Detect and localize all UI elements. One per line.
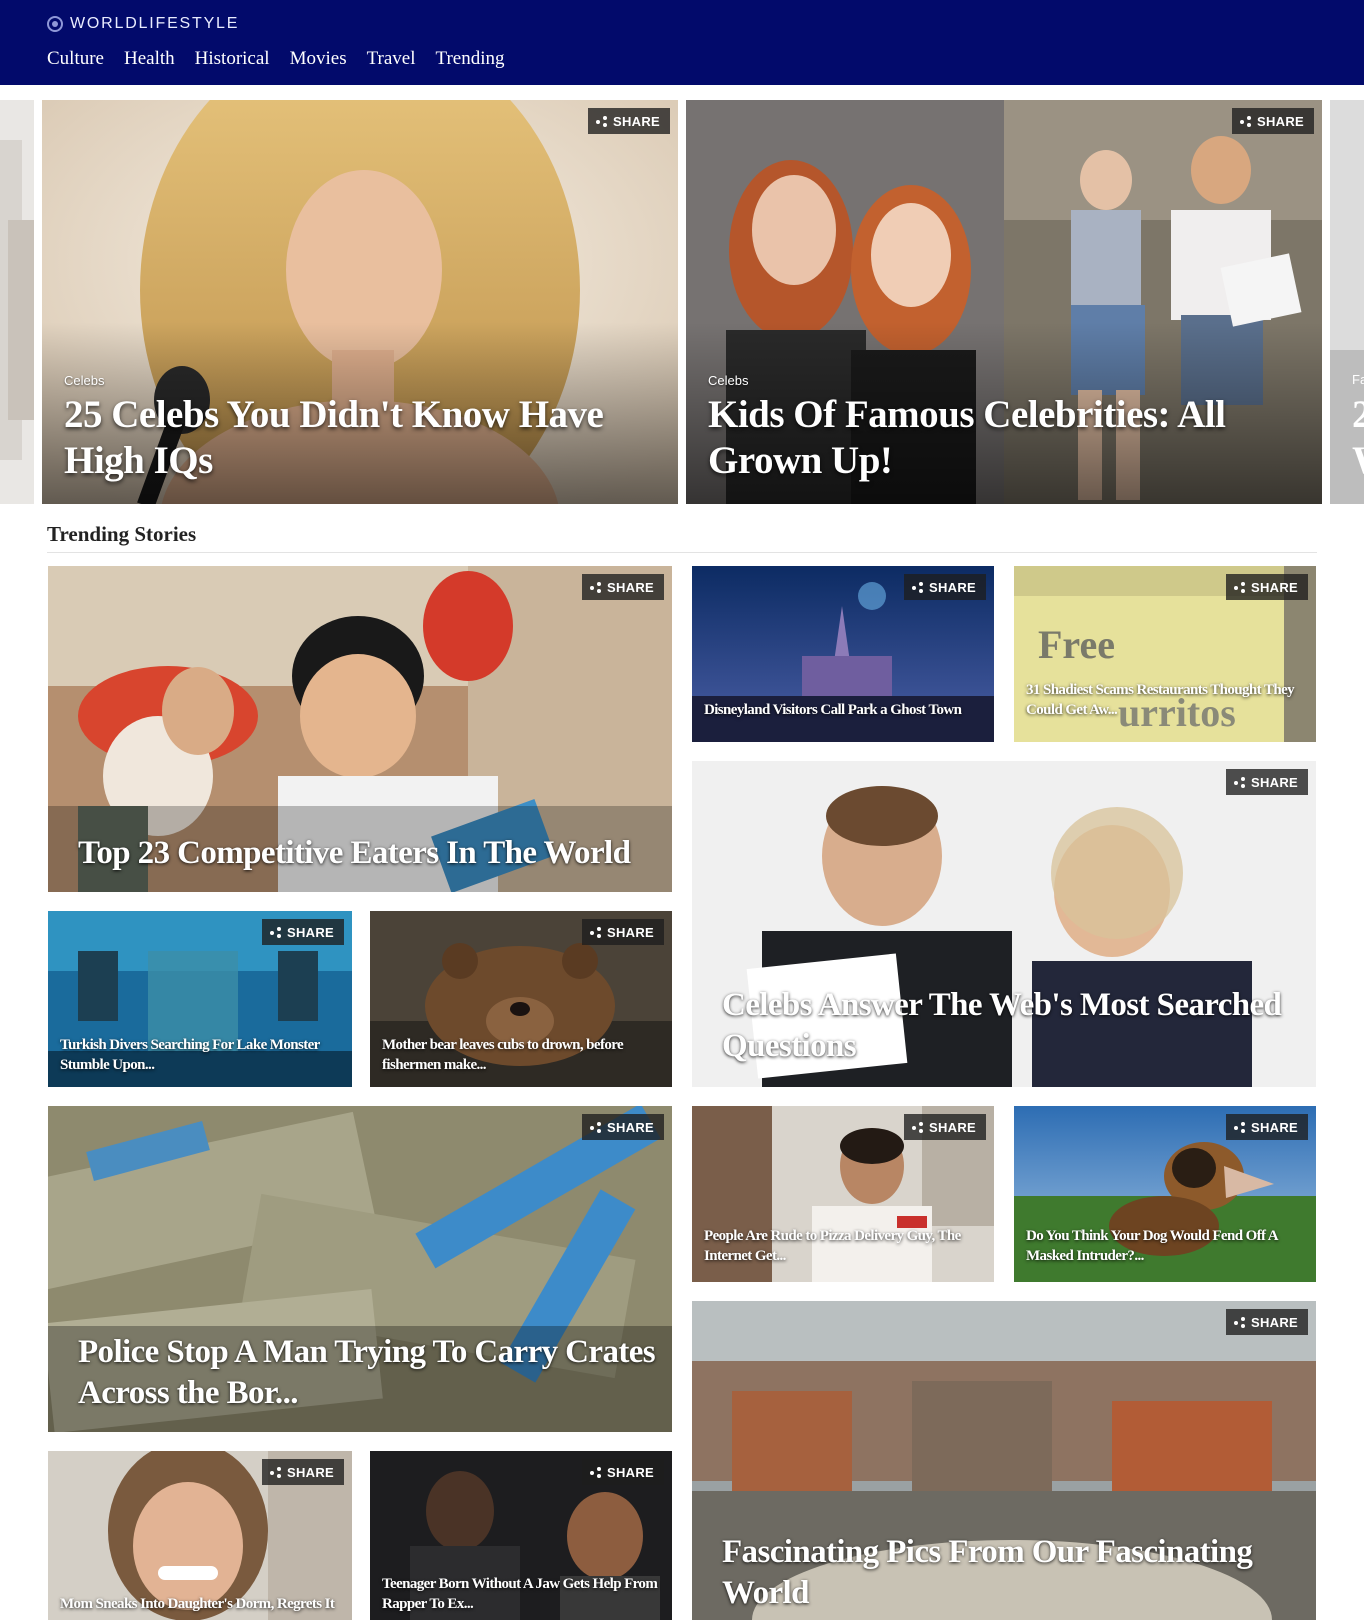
hero-prev-image [0, 100, 34, 504]
story-card[interactable]: SHARE Police Stop A Man Trying To Carry … [48, 1106, 672, 1432]
nav-historical[interactable]: Historical [195, 48, 270, 70]
share-label: SHARE [1250, 774, 1298, 790]
share-button[interactable]: SHARE [581, 1114, 664, 1140]
main-nav: Culture Health Historical Movies Travel … [47, 48, 505, 70]
story-title[interactable]: Teenager Born Without A Jaw Gets Help Fr… [382, 1574, 658, 1614]
share-button[interactable]: SHARE [581, 1459, 664, 1485]
share-label: SHARE [612, 113, 660, 129]
hero-prev-peek[interactable] [0, 100, 34, 504]
section-heading: Trending Stories [47, 522, 197, 546]
share-button[interactable]: SHARE [261, 1459, 344, 1485]
story-title[interactable]: People Are Rude to Pizza Delivery Guy, T… [704, 1226, 980, 1266]
hero-category: Celebs [708, 373, 749, 388]
story-title[interactable]: 31 Shadiest Scams Restaurants Thought Th… [1026, 680, 1302, 720]
hero-next-category: Fa [1352, 372, 1364, 387]
share-icon [589, 1466, 601, 1478]
story-card[interactable]: SHARE Celebs Answer The Web's Most Searc… [692, 761, 1316, 1087]
nav-travel[interactable]: Travel [367, 48, 416, 70]
share-icon [269, 926, 281, 938]
share-label: SHARE [286, 924, 334, 940]
share-icon [1233, 581, 1245, 593]
hero-card[interactable]: SHARE Celebs Kids Of Famous Celebrities:… [686, 100, 1322, 504]
share-label: SHARE [606, 1119, 654, 1135]
story-card[interactable]: SHARE Disneyland Visitors Call Park a Gh… [692, 566, 994, 742]
story-card[interactable]: SHARE Teenager Born Without A Jaw Gets H… [370, 1451, 672, 1620]
share-label: SHARE [286, 1464, 334, 1480]
story-card[interactable]: SHARE People Are Rude to Pizza Delivery … [692, 1106, 994, 1282]
story-card[interactable]: Free urritos SHARE 31 Shadiest Scams Res… [1014, 566, 1316, 742]
share-label: SHARE [606, 1464, 654, 1480]
hero-next-title: 2 W [1352, 393, 1364, 482]
share-label: SHARE [1250, 579, 1298, 595]
share-label: SHARE [928, 579, 976, 595]
share-icon [1233, 776, 1245, 788]
share-button[interactable]: SHARE [587, 108, 670, 134]
share-icon [911, 581, 923, 593]
story-title[interactable]: Mom Sneaks Into Daughter's Dorm, Regrets… [60, 1594, 338, 1614]
svg-text:Free: Free [1038, 622, 1115, 667]
section-divider [47, 552, 1317, 553]
story-title[interactable]: Disneyland Visitors Call Park a Ghost To… [704, 700, 980, 720]
hero-title[interactable]: Kids Of Famous Celebrities: All Grown Up… [708, 392, 1292, 484]
share-icon [1233, 1316, 1245, 1328]
story-title[interactable]: Celebs Answer The Web's Most Searched Qu… [722, 985, 1302, 1067]
share-label: SHARE [928, 1119, 976, 1135]
logo-text: WORLDLIFESTYLE [70, 15, 240, 32]
share-label: SHARE [1250, 1119, 1298, 1135]
share-icon [589, 581, 601, 593]
share-icon [589, 1121, 601, 1133]
story-title[interactable]: Police Stop A Man Trying To Carry Crates… [78, 1332, 658, 1414]
share-button[interactable]: SHARE [581, 919, 664, 945]
hero-card[interactable]: SHARE Celebs 25 Celebs You Didn't Know H… [42, 100, 678, 504]
share-label: SHARE [1256, 113, 1304, 129]
story-title[interactable]: Fascinating Pics From Our Fascinating Wo… [722, 1532, 1302, 1614]
share-button[interactable]: SHARE [903, 1114, 986, 1140]
share-button[interactable]: SHARE [1225, 1114, 1308, 1140]
share-label: SHARE [606, 579, 654, 595]
share-label: SHARE [606, 924, 654, 940]
share-icon [1239, 115, 1251, 127]
share-button[interactable]: SHARE [261, 919, 344, 945]
story-card[interactable]: SHARE Mother bear leaves cubs to drown, … [370, 911, 672, 1087]
share-icon [269, 1466, 281, 1478]
hero-next-peek[interactable]: Fa 2 W [1330, 100, 1364, 504]
share-button[interactable]: SHARE [1225, 574, 1308, 600]
story-title[interactable]: Do You Think Your Dog Would Fend Off A M… [1026, 1226, 1302, 1266]
nav-movies[interactable]: Movies [290, 48, 347, 70]
share-button[interactable]: SHARE [903, 574, 986, 600]
share-button[interactable]: SHARE [581, 574, 664, 600]
nav-trending[interactable]: Trending [436, 48, 505, 70]
share-label: SHARE [1250, 1314, 1298, 1330]
story-card[interactable]: SHARE Turkish Divers Searching For Lake … [48, 911, 352, 1087]
story-title[interactable]: Turkish Divers Searching For Lake Monste… [60, 1035, 338, 1075]
site-logo[interactable]: WORLDLIFESTYLE [47, 14, 239, 34]
nav-culture[interactable]: Culture [47, 48, 104, 70]
share-icon [589, 926, 601, 938]
story-title[interactable]: Mother bear leaves cubs to drown, before… [382, 1035, 658, 1075]
share-button[interactable]: SHARE [1225, 1309, 1308, 1335]
share-icon [1233, 1121, 1245, 1133]
share-button[interactable]: SHARE [1225, 769, 1308, 795]
site-header: WORLDLIFESTYLE Culture Health Historical… [0, 0, 1364, 85]
share-icon [595, 115, 607, 127]
story-card[interactable]: SHARE Mom Sneaks Into Daughter's Dorm, R… [48, 1451, 352, 1620]
share-icon [911, 1121, 923, 1133]
nav-health[interactable]: Health [124, 48, 175, 70]
globe-icon [47, 16, 63, 32]
hero-category: Celebs [64, 373, 105, 388]
hero-title[interactable]: 25 Celebs You Didn't Know Have High IQs [64, 392, 648, 484]
story-card[interactable]: SHARE Top 23 Competitive Eaters In The W… [48, 566, 672, 892]
story-title[interactable]: Top 23 Competitive Eaters In The World [78, 833, 658, 874]
story-card[interactable]: SHARE Do You Think Your Dog Would Fend O… [1014, 1106, 1316, 1282]
story-card[interactable]: SHARE Fascinating Pics From Our Fascinat… [692, 1301, 1316, 1620]
share-button[interactable]: SHARE [1231, 108, 1314, 134]
